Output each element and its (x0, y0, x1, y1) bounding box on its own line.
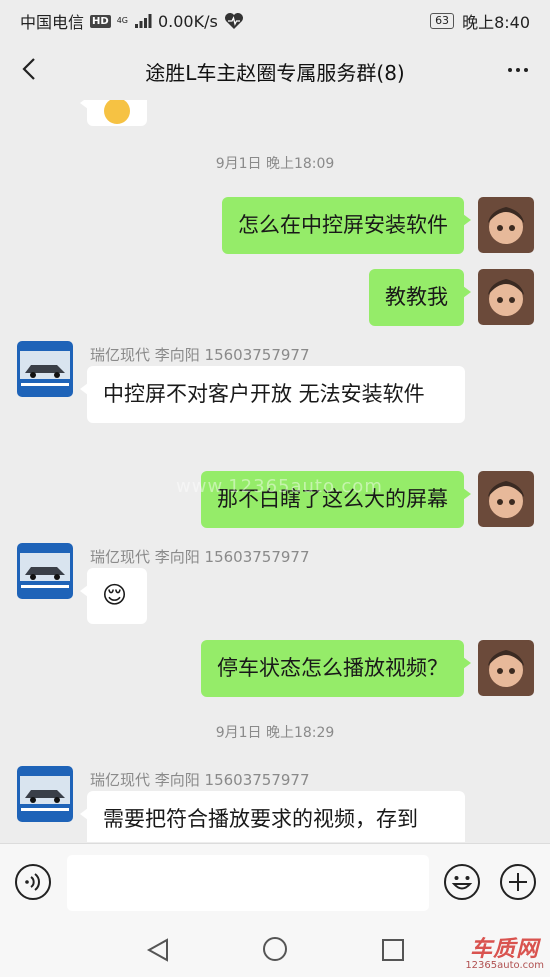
carrier-label: 中国电信 (20, 13, 85, 32)
message-bubble-partial[interactable] (80, 100, 147, 126)
status-bar: 中国电信 HD 4G 0.00K/s 63 晚上8:40 (0, 0, 550, 38)
avatar[interactable] (478, 269, 534, 325)
message-bubble[interactable]: 😌 (80, 568, 147, 624)
message-bubble[interactable]: 停车状态怎么播放视频？ (201, 640, 471, 697)
sender-name: 瑞亿现代 李向阳 15603757977 (90, 771, 310, 789)
more-functions-button[interactable] (499, 863, 537, 901)
signal-icon (134, 14, 152, 28)
avatar[interactable] (478, 471, 534, 527)
system-back-button[interactable] (145, 937, 171, 967)
message-bubble[interactable]: 教教我 (369, 269, 471, 326)
voice-button[interactable] (14, 863, 52, 901)
square-recents-icon (382, 939, 404, 961)
message-bubble[interactable]: 需要把符合播放要求的视频，存到 (80, 791, 465, 842)
heart-pulse-icon (224, 13, 243, 29)
chevron-left-icon (22, 58, 35, 80)
message-bubble[interactable]: 那不白瞎了这么大的屏幕 (201, 471, 471, 528)
system-nav-bar: 车质网 12365auto.com (0, 923, 550, 977)
input-bar (0, 843, 550, 923)
clock: 晚上8:40 (462, 13, 530, 32)
chat-area[interactable]: 9月1日 晚上18:09 怎么在中控屏安装软件 教教我 瑞亿现代 李向阳 156… (0, 100, 550, 842)
sender-name: 瑞亿现代 李向阳 15603757977 (90, 346, 310, 364)
emoji-relieved: 😌 (102, 581, 128, 609)
timestamp: 9月1日 晚上18:29 (215, 725, 335, 741)
network-label: 4G (116, 16, 128, 25)
more-button[interactable] (502, 58, 534, 82)
chat-title: 途胜L车主赵圈专属服务群(8) (145, 61, 405, 85)
more-dots-icon (508, 68, 512, 72)
avatar[interactable] (478, 640, 534, 696)
system-recents-button[interactable] (380, 937, 406, 967)
sender-name: 瑞亿现代 李向阳 15603757977 (90, 548, 310, 566)
plus-icon (500, 864, 536, 900)
logo-subtext: 12365auto.com (465, 960, 544, 971)
triangle-back-icon (146, 938, 168, 962)
network-speed: 0.00K/s (157, 11, 218, 31)
system-home-button[interactable] (261, 935, 289, 967)
site-logo: 车质网 12365auto.com (465, 931, 544, 971)
chat-header: 途胜L车主赵圈专属服务群(8) (0, 40, 550, 100)
hd-badge: HD (90, 14, 111, 28)
message-bubble[interactable]: 中控屏不对客户开放 无法安装软件 (80, 366, 465, 423)
avatar[interactable] (478, 197, 534, 253)
battery-indicator: 63 (430, 13, 455, 29)
emoji-button[interactable] (443, 863, 481, 901)
logo-text: 车质网 (470, 937, 540, 962)
voice-icon (15, 864, 51, 900)
avatar[interactable] (17, 766, 73, 822)
avatar[interactable] (17, 543, 73, 599)
circle-home-icon (263, 937, 287, 961)
message-input[interactable] (67, 855, 429, 911)
avatar[interactable] (17, 341, 73, 397)
emoji-icon (444, 864, 480, 900)
message-bubble[interactable]: 怎么在中控屏安装软件 (222, 197, 471, 254)
timestamp: 9月1日 晚上18:09 (215, 156, 335, 172)
back-button[interactable] (14, 54, 44, 84)
